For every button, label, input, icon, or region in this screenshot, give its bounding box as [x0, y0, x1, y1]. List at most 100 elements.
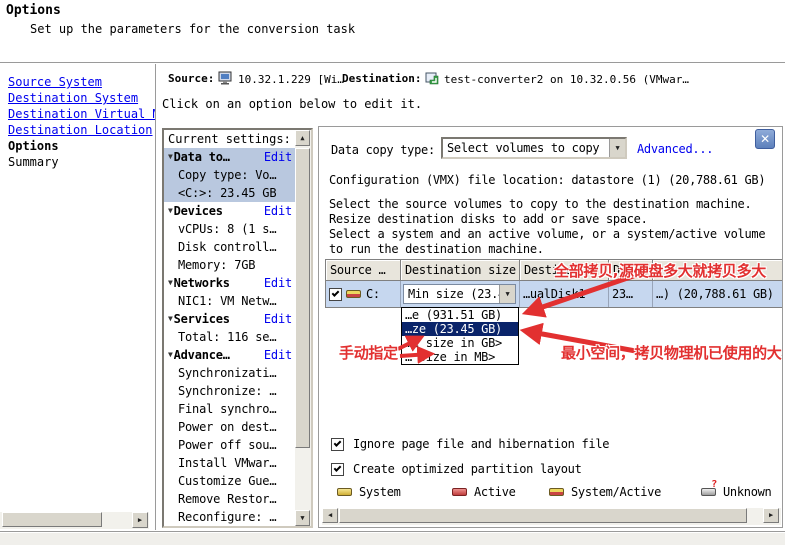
scroll-right-button[interactable]: ▶ [763, 508, 779, 523]
setting-row[interactable]: Copy type: Vo… [164, 166, 295, 184]
size-option-type-mb[interactable]: … size in MB> [402, 350, 518, 364]
vmx-location-text: Configuration (VMX) file location: datas… [329, 173, 765, 187]
converter-wizard-screen: Options Set up the parameters for the co… [0, 0, 785, 545]
destination-size-select[interactable]: Min size (23.4 ▼ [403, 284, 516, 304]
scroll-up-button[interactable]: ▲ [295, 130, 310, 146]
size-dropdown-list: …e (931.51 GB) …ze (23.45 GB) …e size in… [401, 307, 519, 365]
edit-link[interactable]: Edit [264, 346, 295, 364]
collapse-arrow-icon[interactable]: ▼ [168, 148, 173, 166]
setting-group-data-to-copy[interactable]: ▼Data to…Edit [164, 148, 295, 166]
size-option-type-gb[interactable]: …e size in GB> [402, 336, 518, 350]
setting-row[interactable]: vCPUs: 8 (1 s… [164, 220, 295, 238]
close-panel-button[interactable]: ✕ [755, 129, 775, 149]
page-title: Options [6, 3, 61, 18]
destination-label: Destination: [342, 72, 421, 85]
setting-row[interactable]: Total: 116 se… [164, 328, 295, 346]
nav-destination-virtual-machine[interactable]: Destination Virtual M [8, 106, 156, 122]
scroll-left-button[interactable]: ◀ [322, 508, 338, 523]
setting-row[interactable]: Install VMwar… [164, 454, 295, 472]
data-copy-type-label: Data copy type: [331, 143, 435, 157]
legend-system: System [337, 485, 401, 499]
source-label: Source: [168, 72, 214, 85]
setting-group-networks[interactable]: ▼NetworksEdit [164, 274, 295, 292]
column-header-source[interactable]: Source … [326, 260, 401, 281]
current-settings-panel: Current settings: ▼Data to…Edit Copy typ… [162, 128, 313, 528]
volume-row-c[interactable]: C: Min size (23.4 ▼ …ualDisk1 23… …) (20… [326, 281, 782, 307]
scroll-right-button[interactable]: ▶ [132, 512, 148, 528]
setting-row[interactable]: <C:>: 23.45 GB [164, 184, 295, 202]
system-active-disk-icon [346, 290, 361, 298]
nav-horizontal-scrollbar[interactable]: ▶ [0, 512, 149, 529]
setting-row[interactable]: Memory: 7GB [164, 256, 295, 274]
setting-group-advanced[interactable]: ▼Advance…Edit [164, 346, 295, 364]
legend-unknown: ? Unknown [701, 485, 771, 499]
settings-vertical-scrollbar[interactable]: ▲ ▼ [295, 130, 311, 526]
edit-link[interactable]: Edit [264, 148, 295, 166]
setting-row[interactable]: Final synchro… [164, 400, 295, 418]
scrollbar-thumb[interactable] [2, 512, 102, 527]
advanced-link[interactable]: Advanced... [637, 142, 713, 156]
data-copy-type-select[interactable]: Select volumes to copy ▼ [441, 137, 627, 159]
current-settings-title: Current settings: [168, 132, 291, 146]
ignore-pagefile-checkbox[interactable] [331, 438, 344, 451]
nav-options-current: Options [8, 138, 156, 154]
size-option-min-size[interactable]: …ze (23.45 GB) [402, 322, 518, 336]
checkbox-label: Ignore page file and hibernation file [353, 437, 609, 451]
nav-destination-system[interactable]: Destination System [8, 90, 156, 106]
system-disk-icon [337, 488, 352, 496]
volume-checkbox[interactable] [329, 288, 342, 301]
collapse-arrow-icon[interactable]: ▼ [168, 346, 173, 364]
instruction-line: Select a system and an active volume, or… [329, 227, 765, 241]
edit-link[interactable]: Edit [264, 274, 295, 292]
setting-row[interactable]: Disk controll… [164, 238, 295, 256]
setting-row[interactable]: Remove Restor… [164, 490, 295, 508]
page-subtitle: Set up the parameters for the conversion… [30, 22, 355, 36]
volume-name: C: [366, 287, 380, 301]
scrollbar-thumb[interactable] [295, 148, 310, 448]
setting-row[interactable]: Reconfigure: … [164, 508, 295, 526]
annotation-min-space: 最小空间，拷贝物理机已使用的大小 [561, 342, 783, 363]
setting-row[interactable]: Customize Gue… [164, 472, 295, 490]
volume-options-panel: ✕ Data copy type: Select volumes to copy… [318, 126, 783, 528]
system-active-disk-icon [549, 488, 564, 496]
scroll-down-button[interactable]: ▼ [295, 510, 310, 526]
scrollbar-thumb[interactable] [339, 508, 747, 523]
ignore-pagefile-option: Ignore page file and hibernation file [331, 437, 609, 451]
column-header-destination-size[interactable]: Destination size [401, 260, 520, 281]
total-size-cell: 23… [609, 281, 653, 307]
setting-row[interactable]: Power on dest… [164, 418, 295, 436]
nav-destination-location[interactable]: Destination Location [8, 122, 156, 138]
question-mark-icon: ? [711, 480, 717, 490]
instruction-line: to run the destination machine. [329, 242, 544, 256]
setting-row[interactable]: NIC1: VM Netw… [164, 292, 295, 310]
annotation-manual-specify: 手动指定 [339, 342, 398, 363]
setting-row[interactable]: Power off sou… [164, 436, 295, 454]
size-option-maintain[interactable]: …e (931.51 GB) [402, 308, 518, 322]
dropdown-arrow-icon[interactable]: ▼ [499, 285, 515, 303]
unknown-disk-icon: ? [701, 488, 716, 496]
destination-vm-icon [425, 71, 440, 85]
edit-hint-text: Click on an option below to edit it. [162, 97, 422, 111]
datastore-cell: …) (20,788.61 GB) [653, 281, 782, 307]
instruction-line: Select the source volumes to copy to the… [329, 197, 751, 211]
collapse-arrow-icon[interactable]: ▼ [168, 274, 173, 292]
dropdown-arrow-icon[interactable]: ▼ [609, 139, 625, 157]
legend-system-active: System/Active [549, 485, 661, 499]
checkbox-label: Create optimized partition layout [353, 462, 582, 476]
edit-link[interactable]: Edit [264, 202, 295, 220]
destination-value: test-converter2 on 10.32.0.56 (VMwar… [444, 73, 689, 86]
setting-row[interactable]: Synchronize: … [164, 382, 295, 400]
instruction-line: Resize destination disks to add or save … [329, 212, 648, 226]
panel-horizontal-scrollbar[interactable]: ◀ ▶ [322, 508, 781, 525]
nav-source-system[interactable]: Source System [8, 74, 156, 90]
collapse-arrow-icon[interactable]: ▼ [168, 310, 173, 328]
setting-group-services[interactable]: ▼ServicesEdit [164, 310, 295, 328]
legend-active: Active [452, 485, 516, 499]
optimized-partition-checkbox[interactable] [331, 463, 344, 476]
active-disk-icon [452, 488, 467, 496]
setting-row[interactable]: Synchronizati… [164, 364, 295, 382]
edit-link[interactable]: Edit [264, 310, 295, 328]
annotation-source-disk-size: 源硬盘多大就拷贝多大 [619, 260, 766, 281]
collapse-arrow-icon[interactable]: ▼ [168, 202, 173, 220]
setting-group-devices[interactable]: ▼DevicesEdit [164, 202, 295, 220]
